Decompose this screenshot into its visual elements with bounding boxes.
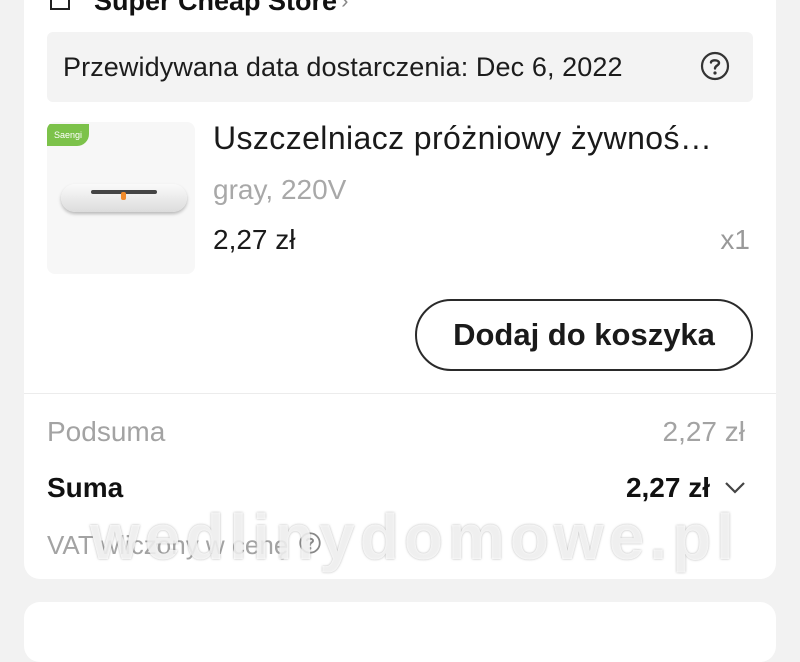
add-to-cart-button[interactable]: Dodaj do koszyka (415, 299, 753, 371)
product-variant: gray, 220V (213, 174, 347, 205)
vacuum-sealer-image (61, 184, 187, 212)
store-header[interactable]: Super Cheap Store › (48, 0, 348, 16)
product-title[interactable]: Uszczelniacz próżniowy żywnoś… (213, 120, 753, 157)
product-quantity: x1 (720, 224, 750, 255)
total-label: Suma (47, 472, 124, 503)
brand-badge: Saengi (47, 124, 89, 146)
vat-note: VAT wliczony w cenę (47, 530, 322, 561)
delivery-estimate-text: Przewidywana data dostarczenia: Dec 6, 2… (63, 51, 623, 82)
chevron-down-icon[interactable] (722, 474, 748, 505)
question-circle-icon[interactable] (699, 50, 731, 87)
product-image[interactable]: Saengi (47, 122, 195, 274)
divider (24, 393, 776, 394)
product-price: 2,27 zł (213, 224, 296, 255)
subtotal-label: Podsuma (47, 416, 166, 447)
delivery-estimate-banner: Przewidywana data dostarczenia: Dec 6, 2… (47, 32, 753, 102)
store-name[interactable]: Super Cheap Store (94, 0, 337, 17)
next-card (24, 602, 776, 662)
total-value: 2,27 zł (625, 472, 710, 503)
store-icon (48, 0, 74, 14)
vat-text: VAT wliczony w cenę (47, 530, 289, 560)
subtotal-value: 2,27 zł (662, 416, 746, 447)
chevron-right-icon: › (341, 0, 349, 13)
question-circle-icon[interactable] (298, 531, 322, 560)
